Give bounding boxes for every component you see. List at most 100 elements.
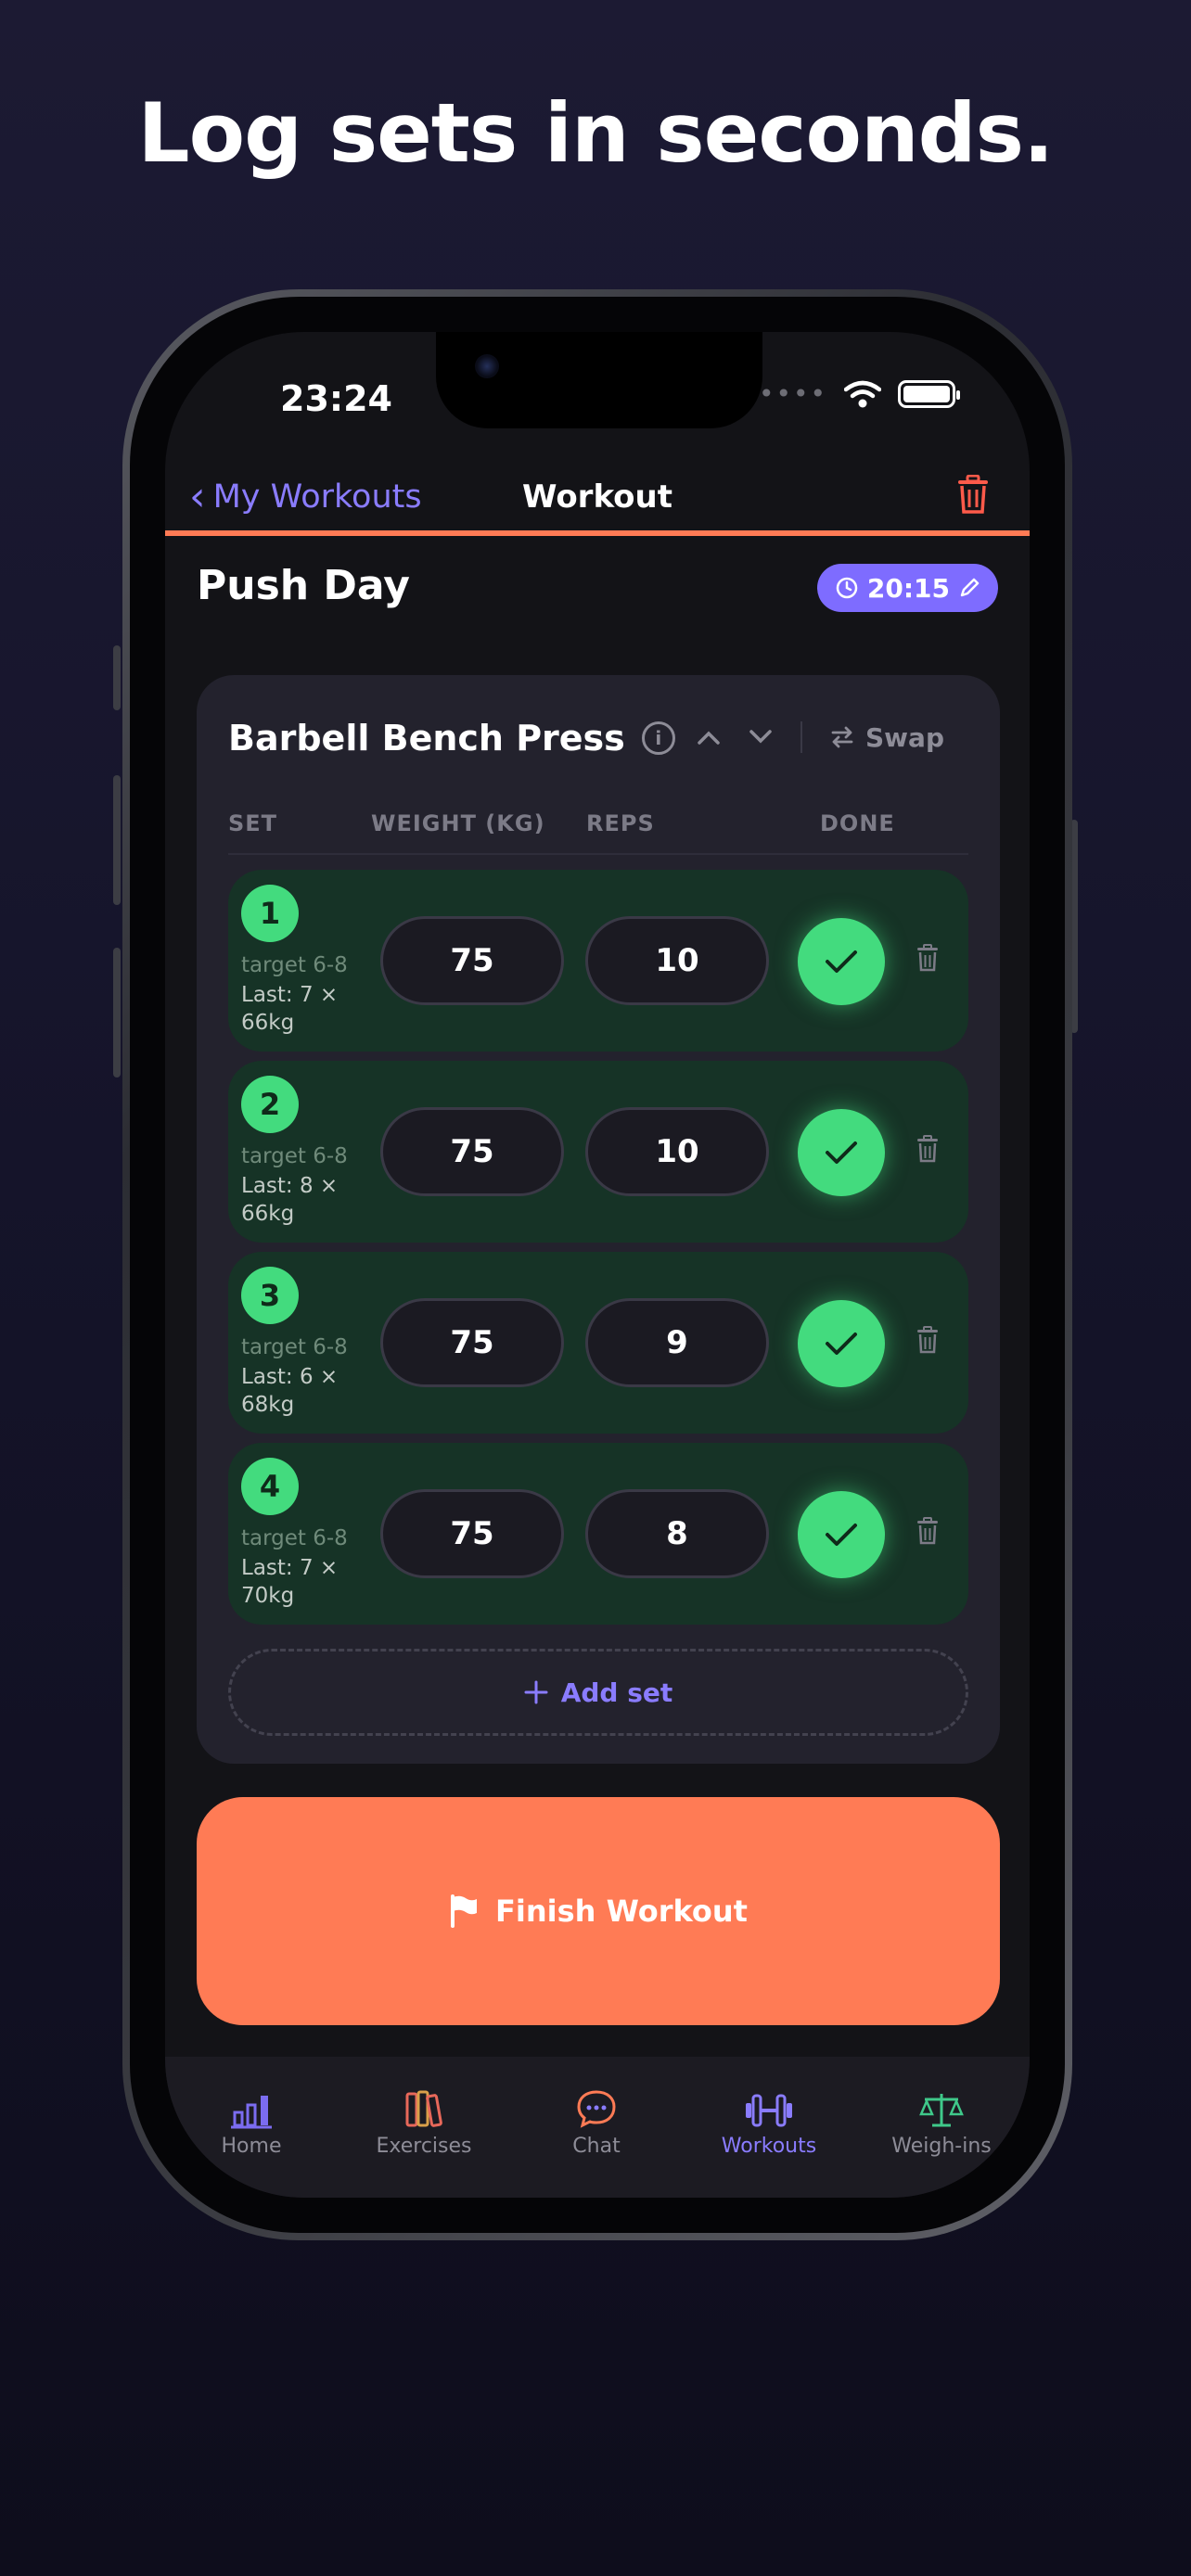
nav-bar: ‹ My Workouts Workout	[165, 469, 1030, 536]
app-screen: 23:24 •••• ‹ My Workouts Workout Push Da…	[165, 332, 1030, 2198]
check-icon	[826, 950, 857, 973]
set-number: 1	[241, 885, 299, 942]
reps-input[interactable]: 10	[585, 1107, 769, 1196]
check-icon	[826, 1141, 857, 1164]
done-toggle[interactable]	[798, 1491, 885, 1578]
volume-up-button	[113, 775, 121, 905]
weight-input[interactable]: 75	[380, 1107, 564, 1196]
chat-bubble-icon	[577, 2090, 616, 2128]
tab-label: Home	[221, 2135, 282, 2158]
tab-label: Exercises	[376, 2135, 472, 2158]
exercise-header: Barbell Bench Press i	[228, 718, 675, 759]
col-set: SET	[228, 810, 278, 836]
tab-label: Weigh-ins	[891, 2135, 992, 2158]
plus-icon	[524, 1680, 548, 1704]
set-target: target 6-8	[241, 1526, 348, 1550]
swap-label: Swap	[865, 721, 944, 753]
set-number: 4	[241, 1458, 299, 1515]
trash-icon	[917, 1326, 938, 1354]
bar-chart-icon	[231, 2096, 272, 2129]
status-time: 23:24	[280, 378, 392, 419]
timer-value: 20:15	[866, 572, 950, 604]
nav-title: Workout	[522, 478, 672, 516]
reps-input[interactable]: 9	[585, 1298, 769, 1387]
check-icon	[826, 1524, 857, 1546]
swap-arrows-icon	[831, 726, 853, 748]
delete-workout-button[interactable]	[957, 474, 989, 517]
pencil-icon	[960, 578, 980, 597]
set-target: target 6-8	[241, 1144, 348, 1168]
workout-title: Push Day	[197, 562, 410, 609]
signal-icon: ••••	[758, 378, 827, 409]
status-icons: ••••	[758, 378, 960, 409]
divider	[800, 721, 803, 753]
weight-input[interactable]: 75	[380, 916, 564, 1005]
set-last: Last: 7 × 66kg	[241, 983, 339, 1035]
tab-bar: Home Exercises Chat Workouts Weigh-ins	[165, 2057, 1030, 2198]
check-icon	[826, 1333, 857, 1355]
trash-icon	[917, 1517, 938, 1545]
chevron-up-icon[interactable]	[697, 729, 721, 746]
set-number: 3	[241, 1267, 299, 1324]
tab-home[interactable]: Home	[165, 2083, 338, 2158]
reps-input[interactable]: 10	[585, 916, 769, 1005]
set-target: target 6-8	[241, 953, 348, 977]
swap-button[interactable]: Swap	[830, 722, 944, 753]
tab-exercises[interactable]: Exercises	[338, 2083, 510, 2158]
wifi-icon	[844, 380, 881, 407]
set-row: 1 target 6-8 Last: 7 × 66kg 75 10	[228, 870, 968, 1052]
finish-workout-button[interactable]: Finish Workout	[197, 1797, 1000, 2025]
set-target: target 6-8	[241, 1335, 348, 1359]
add-set-label: Add set	[560, 1677, 673, 1708]
done-toggle[interactable]	[798, 1109, 885, 1196]
set-last: Last: 8 × 66kg	[241, 1174, 339, 1226]
set-row: 2 target 6-8 Last: 8 × 66kg 75 10	[228, 1061, 968, 1243]
trash-icon	[917, 1135, 938, 1163]
chevron-down-icon[interactable]	[749, 729, 773, 746]
clock-icon	[836, 577, 858, 599]
tab-weigh-ins[interactable]: Weigh-ins	[855, 2083, 1028, 2158]
reps-input[interactable]: 8	[585, 1489, 769, 1578]
volume-down-button	[113, 948, 121, 1078]
notch	[436, 332, 762, 428]
weight-input[interactable]: 75	[380, 1489, 564, 1578]
workout-timer[interactable]: 20:15	[816, 564, 998, 612]
column-headers: SET WEIGHT (KG) REPS DONE	[228, 803, 968, 855]
trash-icon	[917, 944, 938, 972]
col-reps: REPS	[586, 810, 655, 836]
battery-icon	[898, 379, 960, 408]
col-weight: WEIGHT (KG)	[371, 810, 545, 836]
exercise-tools: Swap	[697, 721, 944, 753]
silent-switch	[113, 645, 121, 710]
set-last: Last: 7 × 70kg	[241, 1556, 339, 1608]
done-toggle[interactable]	[798, 918, 885, 1005]
finish-label: Finish Workout	[495, 1894, 748, 1929]
add-set-button[interactable]: Add set	[228, 1649, 968, 1736]
set-number: 2	[241, 1076, 299, 1133]
tab-label: Chat	[572, 2135, 621, 2158]
tab-workouts[interactable]: Workouts	[683, 2083, 855, 2158]
set-row: 3 target 6-8 Last: 6 × 68kg 75 9	[228, 1252, 968, 1434]
tab-label: Workouts	[721, 2135, 817, 2158]
camera	[475, 354, 499, 378]
books-icon	[405, 2090, 442, 2127]
exercise-card: Barbell Bench Press i Swap SET WEIGHT (K…	[197, 675, 1000, 1764]
delete-set-button[interactable]	[916, 1517, 939, 1549]
set-last: Last: 6 × 68kg	[241, 1365, 339, 1417]
delete-set-button[interactable]	[916, 944, 939, 976]
phone-frame: 23:24 •••• ‹ My Workouts Workout Push Da…	[122, 289, 1072, 2240]
delete-set-button[interactable]	[916, 1326, 939, 1358]
tab-chat[interactable]: Chat	[510, 2083, 683, 2158]
exercise-name: Barbell Bench Press	[228, 718, 625, 759]
scale-icon	[919, 2094, 964, 2127]
trash-icon	[958, 474, 988, 514]
set-row: 4 target 6-8 Last: 7 × 70kg 75 8	[228, 1443, 968, 1625]
info-icon[interactable]: i	[641, 721, 675, 755]
col-done: DONE	[820, 810, 895, 836]
weight-input[interactable]: 75	[380, 1298, 564, 1387]
marketing-headline: Log sets in seconds.	[137, 85, 1055, 181]
done-toggle[interactable]	[798, 1300, 885, 1387]
dumbbell-icon	[746, 2094, 792, 2127]
flag-icon	[451, 1894, 478, 1928]
delete-set-button[interactable]	[916, 1135, 939, 1167]
